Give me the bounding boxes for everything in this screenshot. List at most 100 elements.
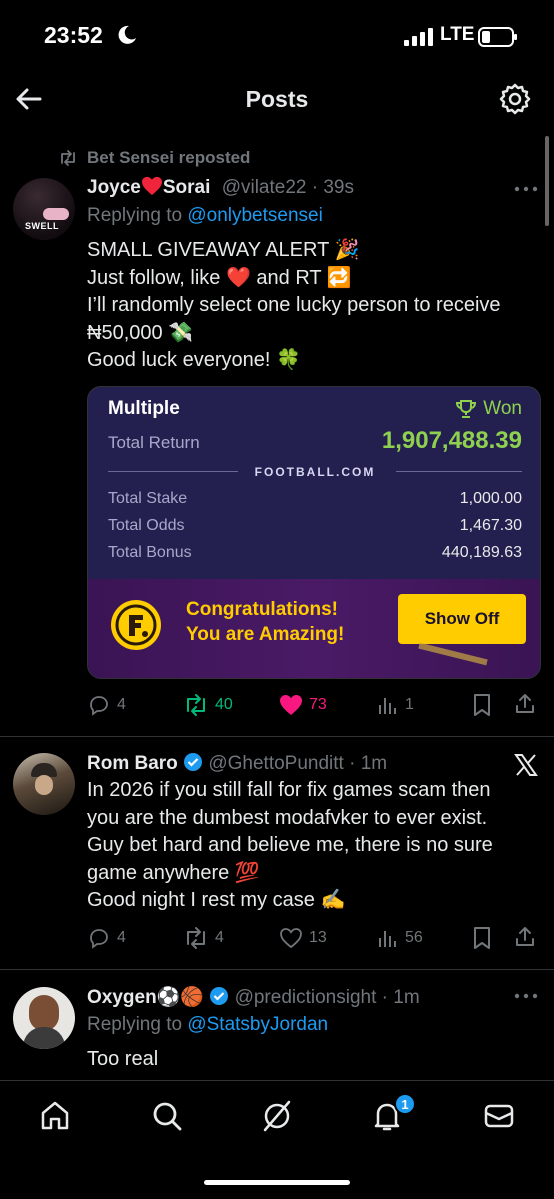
home-indicator[interactable] xyxy=(204,1180,350,1185)
bet-slip-image[interactable]: Multiple Won Total Return 1,907,488.39 F… xyxy=(87,386,541,679)
heart-filled-icon xyxy=(280,695,302,715)
post-line: Guy bet hard and believe me, there is no… xyxy=(87,834,493,856)
post-line: game anywhere 💯 xyxy=(87,861,260,884)
dot-separator: · xyxy=(376,987,394,1008)
author-name[interactable]: Joyce xyxy=(87,177,141,198)
post-line: Good night I rest my case ✍️ xyxy=(87,889,346,911)
dot-separator: · xyxy=(343,753,361,774)
repost-button[interactable]: 40 xyxy=(183,690,233,720)
post-line: Good luck everyone! 🍀 xyxy=(87,349,301,371)
view-count: 1 xyxy=(405,696,414,713)
post-line: In 2026 if you still fall for fix games … xyxy=(87,779,491,801)
football-com-logo-icon xyxy=(111,600,161,650)
views-chart-icon xyxy=(379,931,396,947)
post-joyce[interactable]: Bet Sensei reposted SWELL Joyce Sorai @vi… xyxy=(0,0,554,735)
show-off-label: Show Off xyxy=(424,609,500,628)
repost-count: 40 xyxy=(215,696,233,713)
reply-icon xyxy=(90,929,108,949)
repost-icon xyxy=(187,927,205,949)
avatar[interactable] xyxy=(13,753,75,815)
x-logo-icon xyxy=(514,754,538,776)
repost-icon xyxy=(187,694,205,716)
reply-count: 4 xyxy=(117,696,126,713)
view-count: 56 xyxy=(405,929,423,946)
post-line: Just follow, like ❤️ and RT 🔁 xyxy=(87,266,352,289)
brand-name: FOOTBALL.COM xyxy=(254,465,376,479)
bookmark-icon[interactable] xyxy=(471,926,493,950)
post-time: 1m xyxy=(393,987,420,1008)
views-chart-icon xyxy=(379,698,396,714)
like-button[interactable]: 73 xyxy=(279,690,327,720)
home-icon[interactable] xyxy=(38,1099,72,1133)
post-text: In 2026 if you still fall for fix games … xyxy=(87,777,493,915)
congratulations-banner: Congratulations! You are Amazing! Show O… xyxy=(88,579,540,678)
share-icon[interactable] xyxy=(513,692,537,716)
like-count: 73 xyxy=(309,696,327,713)
reply-button[interactable]: 4 xyxy=(87,923,126,953)
repost-icon xyxy=(61,150,75,166)
avatar-text: SWELL xyxy=(25,221,59,231)
author-handle[interactable]: @GhettoPunditt xyxy=(208,753,343,774)
post-text: SMALL GIVEAWAY ALERT 🎉 Just follow, like… xyxy=(87,237,501,375)
show-off-button[interactable]: Show Off xyxy=(398,594,526,644)
post-line: I’ll randomly select one lucky person to… xyxy=(87,294,501,316)
post-time: 1m xyxy=(360,753,388,774)
replying-prefix: Replying to xyxy=(87,205,183,226)
share-icon[interactable] xyxy=(513,925,537,949)
more-options-icon[interactable] xyxy=(512,184,540,194)
reply-icon xyxy=(90,696,108,716)
more-options-icon[interactable] xyxy=(512,991,540,1001)
search-icon[interactable] xyxy=(150,1099,184,1133)
author-handle[interactable]: @predictionsight xyxy=(235,987,377,1008)
total-stake-value: 1,000.00 xyxy=(459,490,522,507)
author-name[interactable]: Oxygen⚽🏀 xyxy=(87,987,204,1008)
author-name[interactable]: Rom Baro xyxy=(87,753,178,774)
post-line: Too real xyxy=(87,1048,159,1070)
verified-badge-icon xyxy=(184,753,203,771)
grok-icon[interactable] xyxy=(260,1099,294,1133)
reply-count: 4 xyxy=(117,929,126,946)
divider-right xyxy=(396,471,522,472)
views-button[interactable]: 56 xyxy=(377,923,423,953)
replying-to: Replying to @onlybetsensei xyxy=(87,205,323,227)
post-line: SMALL GIVEAWAY ALERT 🎉 xyxy=(87,239,360,261)
repost-button[interactable]: 4 xyxy=(183,923,224,953)
views-button[interactable]: 1 xyxy=(377,690,414,720)
total-stake-label: Total Stake xyxy=(108,490,188,507)
post-time: 39s xyxy=(323,177,354,198)
replying-mention-link[interactable]: @onlybetsensei xyxy=(187,205,322,226)
post-line: you are the dumbest modafvker to ever ex… xyxy=(87,806,488,829)
post-actions: 4 40 73 1 xyxy=(87,690,537,720)
replying-mention-link[interactable]: @StatsbyJordan xyxy=(187,1014,328,1035)
avatar[interactable]: SWELL xyxy=(13,178,75,240)
replying-to: Replying to @StatsbyJordan xyxy=(87,1014,328,1036)
repost-count: 4 xyxy=(215,929,224,946)
post-actions: 4 4 13 56 xyxy=(87,923,537,953)
notification-count: 1 xyxy=(401,1096,409,1112)
total-return-label: Total Return xyxy=(108,433,200,452)
total-bonus-label: Total Bonus xyxy=(108,544,192,561)
like-button[interactable]: 13 xyxy=(279,923,327,953)
bet-slip-summary: Multiple Won Total Return 1,907,488.39 F… xyxy=(88,387,540,579)
author-row: Rom Baro @GhettoPunditt · 1m xyxy=(87,752,387,775)
post-rom-baro[interactable]: Rom Baro @GhettoPunditt · 1m In 2026 if … xyxy=(0,737,554,969)
bookmark-icon[interactable] xyxy=(471,693,493,717)
trophy-icon xyxy=(456,400,477,418)
author-row: Oxygen⚽🏀 @predictionsight · 1m xyxy=(87,985,420,1009)
reply-button[interactable]: 4 xyxy=(87,690,126,720)
total-odds-label: Total Odds xyxy=(108,517,185,534)
avatar[interactable] xyxy=(13,987,75,1049)
banner-sparkle xyxy=(418,642,488,666)
bet-type: Multiple xyxy=(108,398,180,419)
post-line: ₦50,000 💸 xyxy=(87,321,194,344)
author-name-suffix[interactable]: Sorai xyxy=(163,177,211,198)
author-handle[interactable]: @vilate22 xyxy=(222,177,307,198)
banner-line-1: Congratulations! xyxy=(186,599,338,620)
red-heart-icon xyxy=(141,176,162,196)
total-return-value: 1,907,488.39 xyxy=(381,427,522,454)
total-odds-value: 1,467.30 xyxy=(459,517,522,534)
won-status: Won xyxy=(455,398,522,420)
author-row: Joyce Sorai @vilate22 · 39s xyxy=(87,176,354,199)
post-oxygen[interactable]: Oxygen⚽🏀 @predictionsight · 1m Replying … xyxy=(0,970,554,1080)
messages-envelope-icon[interactable] xyxy=(482,1099,516,1133)
